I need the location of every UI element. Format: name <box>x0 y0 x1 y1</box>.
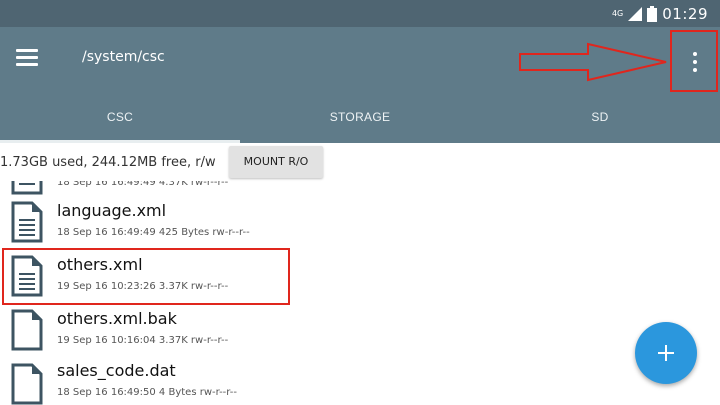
list-item[interactable]: language.xml 18 Sep 16 16:49:49 425 Byte… <box>0 197 720 251</box>
annotation-highlight-box <box>2 248 290 305</box>
tab-sd[interactable]: SD <box>480 97 720 143</box>
storage-usage-text: 1.73GB used, 244.12MB free, r/w <box>0 155 216 170</box>
current-path: /system/csc <box>82 49 165 65</box>
tab-storage[interactable]: STORAGE <box>240 97 480 143</box>
file-list: 18 Sep 16 16:49:49 4.37K rw-r--r-- 1.73G… <box>0 143 720 405</box>
overflow-dot-icon <box>693 60 697 64</box>
file-name: language.xml <box>57 201 167 220</box>
tab-csc[interactable]: CSC <box>0 97 240 143</box>
tab-bar: CSC STORAGE SD <box>0 97 720 143</box>
list-item[interactable]: others.xml.bak 19 Sep 16 10:16:04 3.37K … <box>0 305 720 359</box>
clock: 01:29 <box>662 5 708 23</box>
file-meta: 19 Sep 16 10:16:04 3.37K rw-r--r-- <box>57 335 229 346</box>
overflow-dot-icon <box>693 52 697 56</box>
app-bar: /system/csc CSC STORAGE SD <box>0 27 720 143</box>
more-options-button[interactable] <box>670 30 718 92</box>
status-bar: 4G 01:29 <box>0 0 720 27</box>
status-icons: 4G 01:29 <box>612 3 708 25</box>
list-item[interactable]: sales_code.dat 18 Sep 16 16:49:50 4 Byte… <box>0 359 720 405</box>
mount-ro-button[interactable]: MOUNT R/O <box>229 146 323 178</box>
file-icon <box>11 309 43 351</box>
storage-info-bar: 1.73GB used, 244.12MB free, r/w MOUNT R/… <box>0 143 720 181</box>
annotation-arrow-icon <box>519 42 667 82</box>
document-icon <box>11 201 43 243</box>
file-name: others.xml.bak <box>57 309 177 328</box>
signal-icon <box>628 7 643 21</box>
file-meta: 18 Sep 16 16:49:50 4 Bytes rw-r--r-- <box>57 387 237 398</box>
file-meta: 18 Sep 16 16:49:49 425 Bytes rw-r--r-- <box>57 227 250 238</box>
file-name: sales_code.dat <box>57 361 176 380</box>
add-fab-button[interactable] <box>635 322 697 384</box>
battery-icon <box>647 6 658 22</box>
overflow-dot-icon <box>693 68 697 72</box>
hamburger-menu-icon[interactable] <box>16 49 38 67</box>
network-type: 4G <box>611 9 624 18</box>
file-icon <box>11 363 43 405</box>
